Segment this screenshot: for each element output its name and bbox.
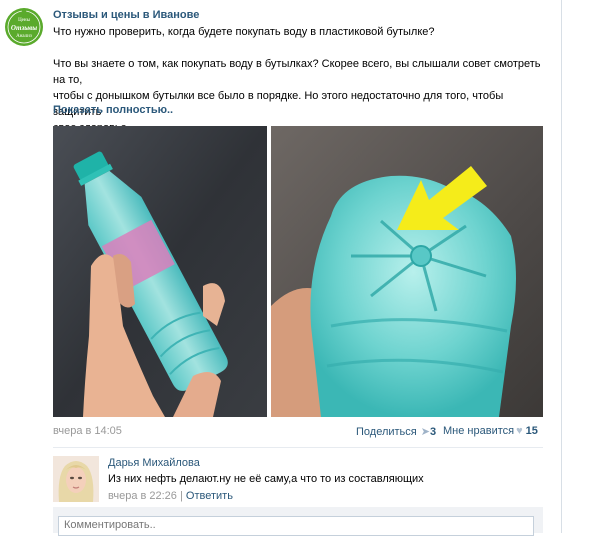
divider bbox=[53, 447, 543, 448]
share-label: Поделиться bbox=[356, 426, 417, 438]
comment-meta: вчера в 22:26 | Ответить bbox=[108, 490, 233, 502]
reply-link[interactable]: Ответить bbox=[186, 490, 233, 502]
comment-input[interactable]: Комментировать.. bbox=[58, 516, 534, 536]
like-button[interactable]: Мне нравится ♥ 15 bbox=[443, 425, 538, 437]
like-count: 15 bbox=[525, 425, 538, 437]
post-date-link[interactable]: вчера в 14:05 bbox=[53, 425, 122, 437]
logo-text-3: Анализ bbox=[16, 34, 32, 39]
post-line-gap bbox=[53, 40, 553, 56]
post-line: Что нужно проверить, когда будете покупа… bbox=[53, 26, 435, 38]
group-name-link[interactable]: Отзывы и цены в Иванове bbox=[53, 9, 199, 21]
post-text: Что нужно проверить, когда будете покупа… bbox=[53, 24, 553, 136]
comment-separator: | bbox=[179, 490, 183, 502]
share-count: 3 bbox=[429, 426, 437, 438]
post-line: Что вы знаете о том, как покупать воду в… bbox=[53, 58, 541, 86]
group-avatar[interactable]: Цены Отзывы Анализ bbox=[4, 4, 44, 48]
heart-icon: ♥ bbox=[516, 425, 523, 437]
comment-avatar[interactable] bbox=[53, 456, 99, 502]
show-more-link[interactable]: Показать полностью.. bbox=[53, 104, 173, 116]
comment-date-link[interactable]: вчера в 22:26 bbox=[108, 490, 177, 502]
comment-text: Из них нефть делают.ну не её саму,а что … bbox=[108, 473, 424, 485]
post-photo-2[interactable] bbox=[271, 126, 543, 417]
post-photo-1[interactable] bbox=[53, 126, 267, 417]
comment-author-link[interactable]: Дарья Михайлова bbox=[108, 457, 200, 469]
like-label: Мне нравится bbox=[443, 425, 515, 437]
logo-text-2: Отзывы bbox=[11, 24, 37, 32]
share-button[interactable]: Поделиться ➤3 bbox=[356, 425, 436, 438]
logo-text-1: Цены bbox=[18, 18, 31, 23]
post-meta: вчера в 14:05 Поделиться ➤3 Мне нравится ♥… bbox=[53, 425, 539, 439]
page-border bbox=[561, 0, 562, 533]
megaphone-icon: ➤ bbox=[420, 426, 430, 438]
